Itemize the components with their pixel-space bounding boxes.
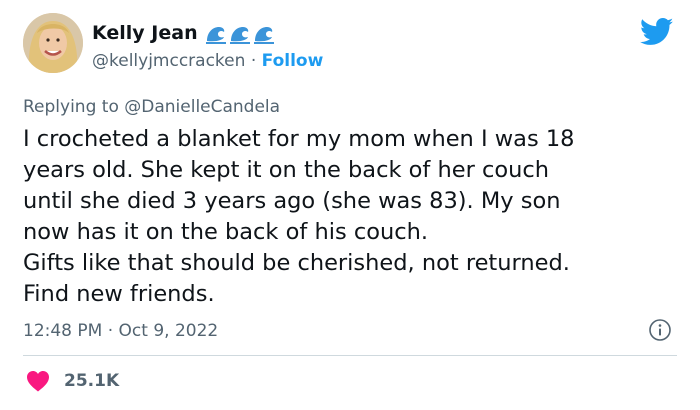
water-wave-icon bbox=[230, 27, 250, 44]
reply-prefix: Replying to bbox=[23, 97, 119, 117]
handle-separator: · bbox=[250, 51, 257, 71]
heart-icon[interactable] bbox=[26, 370, 50, 392]
divider bbox=[23, 355, 677, 356]
display-name[interactable]: Kelly Jean bbox=[92, 22, 198, 44]
like-count: 25.1K bbox=[64, 371, 120, 391]
reply-context: Replying to @DanielleCandela bbox=[23, 96, 280, 118]
tweet-text-line: years old. She kept it on the back of he… bbox=[23, 157, 550, 183]
tweet-text: I crocheted a blanket for my mom when I … bbox=[23, 124, 683, 310]
water-wave-icon bbox=[206, 27, 226, 44]
like-action[interactable]: 25.1K bbox=[26, 370, 119, 392]
tweet-text-line: I crocheted a blanket for my mom when I … bbox=[23, 126, 575, 152]
tweet-text-line: until she died 3 years ago (she was 83).… bbox=[23, 188, 561, 214]
user-handle[interactable]: @kellyjmccracken bbox=[92, 51, 245, 71]
name-emoji-badges bbox=[205, 23, 275, 45]
tweet-timestamp-link[interactable]: 12:48 PM · Oct 9, 2022 bbox=[23, 320, 218, 342]
tweet-text-line: Find new friends. bbox=[23, 281, 215, 307]
avatar-photo bbox=[23, 13, 83, 73]
water-wave-icon bbox=[254, 27, 274, 44]
reply-to-handle-link[interactable]: @DanielleCandela bbox=[124, 97, 280, 117]
avatar[interactable] bbox=[23, 13, 83, 73]
follow-button[interactable]: Follow bbox=[262, 51, 324, 71]
tweet-text-line: Gifts like that should be cherished, not… bbox=[23, 250, 570, 276]
info-icon[interactable] bbox=[648, 318, 672, 342]
handle-line: @kellyjmccracken · Follow bbox=[92, 50, 323, 72]
tweet-text-line: now has it on the back of his couch. bbox=[23, 219, 429, 245]
twitter-bird-icon[interactable] bbox=[640, 18, 674, 46]
